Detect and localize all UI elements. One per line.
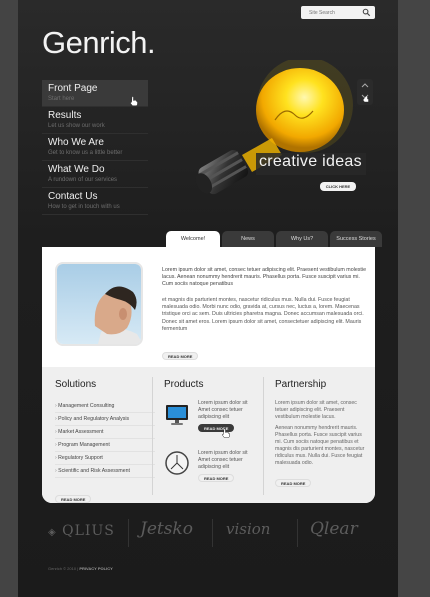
search-input[interactable] xyxy=(301,9,359,16)
main-nav: Front Page Start here Results Let us sho… xyxy=(42,80,148,215)
partnership-text: Aenean nonummy hendrerit mauris. Phasell… xyxy=(275,425,365,466)
read-more-button[interactable]: READ MORE xyxy=(198,474,235,482)
hero-tagline: creative ideas xyxy=(259,153,362,170)
product-item: Lorem ipsum dolor sit Amet consec tetuer… xyxy=(164,450,264,500)
hand-cursor-icon xyxy=(130,96,138,106)
solutions-heading: Solutions xyxy=(55,379,97,390)
monitor-icon xyxy=(166,405,188,425)
list-item[interactable]: Policy and Regulatory Analysis xyxy=(55,413,155,426)
copyright-text: Genrich © 2010 | xyxy=(48,566,79,571)
nav-item-subtitle: How to get in touch with us xyxy=(48,204,120,210)
nav-item-subtitle: Let us show our work xyxy=(48,123,105,129)
nav-item-subtitle: Get to know us a little better xyxy=(48,150,123,156)
brand-logo[interactable]: vision xyxy=(226,520,270,538)
hand-cursor-icon xyxy=(222,428,230,438)
content-tabs: Welcome! News Why Us? Success Stories xyxy=(166,231,382,248)
product-item: Lorem ipsum dolor sit Amet consec tetuer… xyxy=(164,400,264,450)
click-here-button[interactable]: CLICK HERE xyxy=(320,182,356,191)
brand-logo[interactable]: ◈ QLIUS xyxy=(48,523,115,539)
read-more-button[interactable]: READ MORE xyxy=(275,479,312,487)
product-description: Lorem ipsum dolor sit Amet consec tetuer… xyxy=(198,450,248,470)
partner-logos: ◈ QLIUS Jetsko vision Qlear xyxy=(42,515,372,551)
tab-success-stories[interactable]: Success Stories xyxy=(330,231,382,247)
column-divider xyxy=(152,377,153,495)
read-more-button[interactable]: READ MORE xyxy=(55,495,92,503)
nav-item-subtitle: A rundown of our services xyxy=(48,177,118,183)
nav-item-who-we-are[interactable]: Who We Are Get to know us a little bette… xyxy=(42,134,148,161)
nav-item-results[interactable]: Results Let us show our work xyxy=(42,107,148,134)
brand-logo[interactable]: Jetsko xyxy=(140,519,193,539)
list-item[interactable]: Management Consulting xyxy=(55,400,155,413)
list-item[interactable]: Regulatory Support xyxy=(55,452,155,465)
tab-welcome[interactable]: Welcome! xyxy=(166,231,220,248)
slider-nav xyxy=(357,79,373,105)
nav-item-title: Front Page xyxy=(48,83,98,94)
welcome-section: Lorem ipsum dolor sit amet, consec tetue… xyxy=(42,247,375,367)
column-divider xyxy=(263,377,264,495)
privacy-policy-link[interactable]: PRIVACY POLICY xyxy=(79,566,112,571)
features-section: Solutions Management Consulting Policy a… xyxy=(42,367,375,503)
page-left-margin xyxy=(0,0,18,597)
chevron-up-icon[interactable] xyxy=(357,79,373,105)
solutions-list: Management Consulting Policy and Regulat… xyxy=(55,400,155,478)
tab-news[interactable]: News xyxy=(222,231,274,247)
nav-item-title: Contact Us xyxy=(48,191,98,202)
products-column: Products Lorem ipsum dolor sit Amet cons… xyxy=(164,379,264,500)
list-item[interactable]: Market Assessment xyxy=(55,426,155,439)
nav-item-contact-us[interactable]: Contact Us How to get in touch with us xyxy=(42,188,148,215)
list-item[interactable]: Scientific and Risk Assessment xyxy=(55,465,155,478)
search-box[interactable] xyxy=(301,6,375,19)
footer: Genrich © 2010 | PRIVACY POLICY xyxy=(48,566,113,571)
product-description: Lorem ipsum dolor sit Amet consec tetuer… xyxy=(198,400,248,420)
solutions-column: Solutions Management Consulting Policy a… xyxy=(55,379,155,506)
divider xyxy=(128,519,129,547)
nav-item-title: Results xyxy=(48,110,82,121)
site-logo[interactable]: Genrich. xyxy=(42,25,156,61)
read-more-button[interactable]: READ MORE xyxy=(162,352,199,360)
nav-item-front-page[interactable]: Front Page Start here xyxy=(42,80,148,107)
list-item[interactable]: Program Management xyxy=(55,439,155,452)
products-heading: Products xyxy=(164,379,204,390)
clock-icon xyxy=(165,451,189,475)
divider xyxy=(212,519,213,547)
content-panel: Lorem ipsum dolor sit amet, consec tetue… xyxy=(42,247,375,503)
welcome-body-text: et magnis dis parturient montes, nascetu… xyxy=(162,297,364,332)
partnership-text: Lorem ipsum dolor sit amet, consec tetue… xyxy=(275,400,357,420)
tab-why-us[interactable]: Why Us? xyxy=(276,231,328,247)
search-icon[interactable] xyxy=(362,8,371,17)
partnership-heading: Partnership xyxy=(275,379,327,390)
nav-item-what-we-do[interactable]: What We Do A rundown of our services xyxy=(42,161,148,188)
profile-photo xyxy=(55,262,143,346)
divider xyxy=(297,519,298,547)
brand-logo[interactable]: Qlear xyxy=(310,519,358,539)
nav-item-title: Who We Are xyxy=(48,137,104,148)
diamond-icon: ◈ xyxy=(48,527,57,538)
page-right-margin xyxy=(398,0,430,597)
welcome-intro-text: Lorem ipsum dolor sit amet, consec tetue… xyxy=(162,267,367,288)
nav-item-subtitle: Start here xyxy=(48,96,75,102)
partnership-column: Partnership Lorem ipsum dolor sit amet, … xyxy=(275,379,367,490)
nav-item-title: What We Do xyxy=(48,164,105,175)
